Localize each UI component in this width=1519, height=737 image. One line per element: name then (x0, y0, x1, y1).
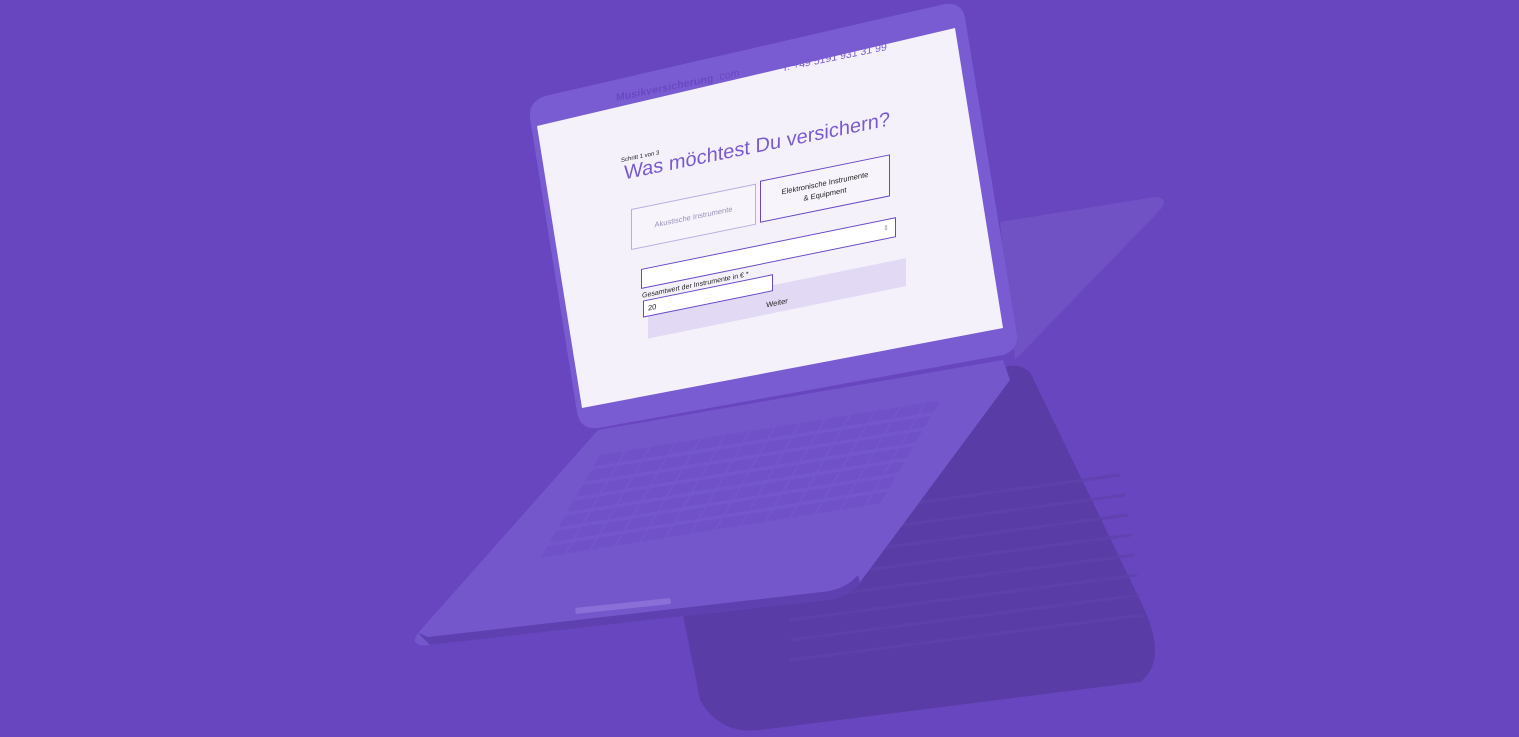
option-label: Elektronische Instrumente & Equipment (781, 169, 869, 203)
brand-logo[interactable]: Musikversicherung .com (616, 67, 740, 104)
option-label: Akustische Instrumente (654, 204, 733, 230)
brand-tld: .com (716, 66, 740, 84)
option-electronic-instruments[interactable]: Elektronische Instrumente & Equipment (760, 154, 890, 223)
scene: Musikversicherung .com T: +49 5191 931 3… (0, 0, 1519, 737)
brand-name: Musikversicherung (616, 72, 714, 105)
updown-arrows-icon: ⇕ (883, 224, 889, 233)
phone-number[interactable]: T: +49 5191 931 31 99 (782, 41, 887, 74)
option-acoustic-instruments[interactable]: Akustische Instrumente (631, 183, 756, 251)
next-button-label: Weiter (766, 295, 788, 310)
